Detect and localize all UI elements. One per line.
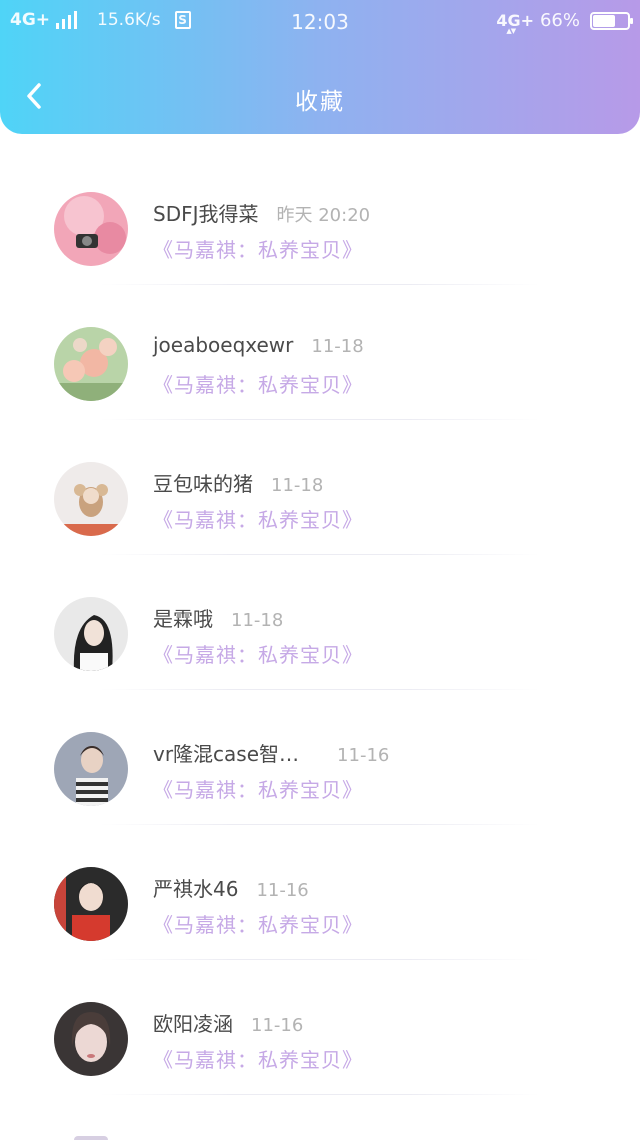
avatar-image — [54, 462, 128, 536]
next-avatar-peek — [74, 1136, 108, 1140]
battery-icon — [590, 11, 633, 30]
item-header: SDFJ我得菜 昨天 20:20 — [153, 198, 370, 227]
nav-bar: 收藏 — [0, 60, 640, 134]
user-name: vr隆混case智… — [153, 742, 300, 766]
status-bar: 4G+ 15.6K/s S 12:03 4G+ 66% — [0, 0, 640, 44]
item-header: 欧阳凌涵 11-16 — [153, 1008, 303, 1037]
user-name: 是霖哦 — [153, 607, 213, 631]
avatar-image — [54, 327, 128, 401]
avatar[interactable] — [54, 327, 128, 401]
avatar-image — [54, 732, 128, 806]
list-item[interactable]: 是霖哦 11-18 《马嘉祺：私养宝贝》 — [0, 555, 640, 690]
favorite-title[interactable]: 《马嘉祺：私养宝贝》 — [153, 909, 363, 938]
avatar-image — [54, 867, 128, 941]
list-item[interactable]: SDFJ我得菜 昨天 20:20 《马嘉祺：私养宝贝》 — [0, 150, 640, 285]
timestamp: 11-16 — [251, 1015, 304, 1036]
battery-level — [593, 14, 616, 27]
favorite-title[interactable]: 《马嘉祺：私养宝贝》 — [153, 234, 363, 263]
item-header: joeaboeqxewr 11-18 — [153, 333, 364, 357]
item-header: 是霖哦 11-18 — [153, 603, 283, 632]
avatar[interactable] — [54, 192, 128, 266]
list-item[interactable]: 豆包味的猪 11-18 《马嘉祺：私养宝贝》 — [0, 420, 640, 555]
avatar[interactable] — [54, 1002, 128, 1076]
timestamp: 11-16 — [337, 745, 390, 766]
avatar[interactable] — [54, 732, 128, 806]
favorite-title[interactable]: 《马嘉祺：私养宝贝》 — [153, 774, 363, 803]
app-header: 4G+ 15.6K/s S 12:03 4G+ 66% 收藏 — [0, 0, 640, 134]
timestamp: 11-18 — [231, 610, 284, 631]
favorite-title[interactable]: 《马嘉祺：私养宝贝》 — [153, 369, 363, 398]
item-header: 严祺水46 11-16 — [153, 873, 309, 902]
timestamp: 11-18 — [311, 336, 364, 357]
user-name: 严祺水46 — [153, 877, 239, 901]
user-name: joeaboeqxewr — [153, 333, 294, 357]
avatar[interactable] — [54, 597, 128, 671]
list-item[interactable]: 严祺水46 11-16 《马嘉祺：私养宝贝》 — [0, 825, 640, 960]
timestamp: 昨天 20:20 — [276, 205, 371, 226]
user-name: SDFJ我得菜 — [153, 202, 259, 226]
favorite-title[interactable]: 《马嘉祺：私养宝贝》 — [153, 639, 363, 668]
timestamp: 11-16 — [256, 880, 309, 901]
avatar-image — [54, 597, 128, 671]
favorite-title[interactable]: 《马嘉祺：私养宝贝》 — [153, 1044, 363, 1073]
user-name: 豆包味的猪 — [153, 472, 253, 496]
divider — [100, 1094, 540, 1095]
page-title: 收藏 — [295, 89, 345, 115]
timestamp: 11-18 — [271, 475, 324, 496]
item-header: vr隆混case智… 11-16 — [153, 738, 389, 767]
favorite-title[interactable]: 《马嘉祺：私养宝贝》 — [153, 504, 363, 533]
avatar[interactable] — [54, 867, 128, 941]
avatar[interactable] — [54, 462, 128, 536]
avatar-image — [54, 1002, 128, 1076]
favorites-list: SDFJ我得菜 昨天 20:20 《马嘉祺：私养宝贝》 joeaboeqxewr… — [0, 150, 640, 1095]
status-right: 4G+ 66% — [496, 10, 633, 35]
list-item[interactable]: vr隆混case智… 11-16 《马嘉祺：私养宝贝》 — [0, 690, 640, 825]
user-name: 欧阳凌涵 — [153, 1012, 233, 1036]
avatar-image — [54, 192, 128, 266]
battery-percent: 66% — [539, 10, 580, 31]
list-item[interactable]: joeaboeqxewr 11-18 《马嘉祺：私养宝贝》 — [0, 285, 640, 420]
item-header: 豆包味的猪 11-18 — [153, 468, 323, 497]
network-4g-icon: 4G+ — [496, 11, 534, 35]
list-item[interactable]: 欧阳凌涵 11-16 《马嘉祺：私养宝贝》 — [0, 960, 640, 1095]
